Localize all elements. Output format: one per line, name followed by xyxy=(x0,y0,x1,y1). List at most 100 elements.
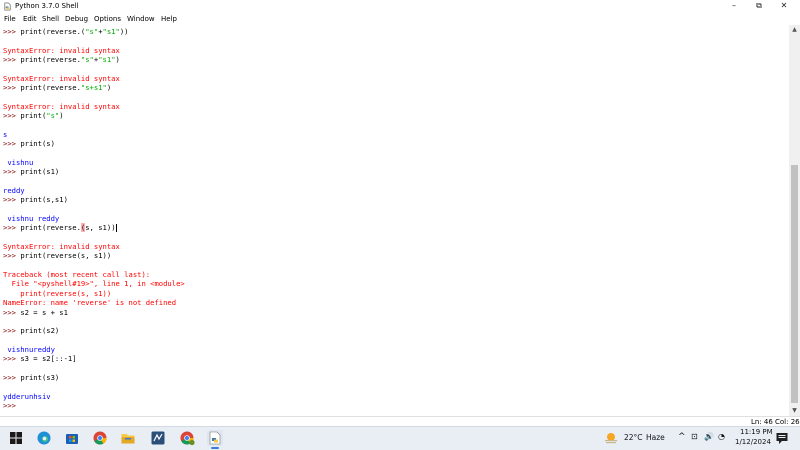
file-explorer-icon[interactable] xyxy=(120,430,136,446)
shell-prompt: >>> xyxy=(3,223,21,233)
shell-text: Traceback (most recent call last): xyxy=(3,270,151,280)
shell-line: >>> print(reverse."s+s1") xyxy=(3,83,111,92)
shell-prompt: >>> xyxy=(3,307,21,317)
shell-line: SyntaxError: invalid syntax xyxy=(3,242,120,251)
menu-file[interactable]: File xyxy=(4,14,16,24)
volume-icon[interactable]: 🔊 xyxy=(704,432,714,441)
shell-text: reddy xyxy=(3,185,25,195)
tray-chevron-up-icon[interactable]: ^ xyxy=(678,432,686,442)
shell-text: ) xyxy=(115,55,120,65)
shell-text-area[interactable]: >>> print(reverse.("s"+"s1")) SyntaxError… xyxy=(0,25,789,416)
shell-text: "s1" xyxy=(102,27,120,36)
menu-window[interactable]: Window xyxy=(127,14,155,24)
shell-text: print(reverse.( xyxy=(20,27,86,36)
shell-text: )) xyxy=(119,27,129,36)
shell-text: print(reverse(s, s1)) xyxy=(20,251,112,261)
store-icon[interactable] xyxy=(64,430,80,446)
shell-text: ydderunhsiv xyxy=(3,391,51,401)
shell-text: ) xyxy=(106,83,112,93)
python-idle-icon xyxy=(3,2,12,11)
shell-prompt: >>> xyxy=(3,167,21,177)
shell-text: "s" xyxy=(46,111,60,121)
shell-prompt: >>> xyxy=(3,111,21,121)
shell-line: SyntaxError: invalid syntax xyxy=(3,46,120,55)
shell-prompt: >>> xyxy=(3,195,21,205)
shell-prompt: >>> xyxy=(3,27,21,36)
shell-prompt: >>> xyxy=(3,326,21,336)
shell-line: NameError: name 'reverse' is not defined xyxy=(3,298,176,307)
network-icon[interactable]: ⊡ xyxy=(691,432,698,441)
clock-time[interactable]: 11:19 PM xyxy=(740,428,773,436)
python-idle-icon[interactable] xyxy=(207,430,223,446)
wifi-icon[interactable]: ◔ xyxy=(718,432,725,441)
menu-help[interactable]: Help xyxy=(161,14,177,24)
shell-line: s xyxy=(3,130,7,139)
shell-line: >>> print("s") xyxy=(3,111,64,120)
shell-text: s2 = s + s1 xyxy=(20,307,68,317)
shell-line: ydderunhsiv xyxy=(3,392,51,401)
notification-icon[interactable] xyxy=(775,431,789,445)
close-button[interactable]: ✕ xyxy=(766,0,800,13)
title-bar: Python 3.7.0 Shell – ⧉ ✕ xyxy=(0,0,800,13)
shell-text: print(s1) xyxy=(20,167,60,177)
shell-text: File "<pyshell#19>", line 1, in <module> xyxy=(3,279,185,289)
weather-desc[interactable]: Haze xyxy=(646,433,665,442)
scroll-thumb[interactable] xyxy=(791,165,798,403)
clock-date[interactable]: 1/12/2024 xyxy=(735,438,771,446)
scroll-up-icon[interactable]: ▲ xyxy=(789,25,800,35)
shell-text: print(reverse. xyxy=(20,55,81,65)
shell-text: vishnureddy xyxy=(3,344,55,354)
scroll-down-icon[interactable]: ▼ xyxy=(789,406,800,416)
menu-edit[interactable]: Edit xyxy=(23,14,37,24)
shell-line: vishnureddy xyxy=(3,345,55,354)
shell-text: "s" xyxy=(85,27,99,36)
shell-text: "s+s1" xyxy=(80,83,107,93)
shell-text: print(s3) xyxy=(20,372,60,382)
shell-text: print(reverse. xyxy=(20,223,81,233)
shell-text: SyntaxError: invalid syntax xyxy=(3,242,120,252)
shell-prompt: >>> xyxy=(3,83,21,93)
shell-text: s3 = s2[::-1] xyxy=(20,354,77,364)
shell-prompt: >>> xyxy=(3,251,21,261)
shell-text: print(s2) xyxy=(20,326,60,336)
shell-text: SyntaxError: invalid syntax xyxy=(3,73,120,83)
shell-line: >>> print(reverse.(s, s1)) xyxy=(3,223,117,233)
shell-prompt: >>> xyxy=(3,354,21,364)
shell-line: >>> xyxy=(3,401,20,410)
chrome-profile-icon[interactable] xyxy=(179,430,195,446)
shell-text: NameError: name 'reverse' is not defined xyxy=(3,298,177,308)
shell-text: SyntaxError: invalid syntax xyxy=(3,45,120,55)
shell-text: "s1" xyxy=(98,55,116,65)
taskbar: 22°C Haze ^ ⊡ 🔊 ◔ 11:19 PM 1/12/2024 xyxy=(0,426,800,450)
shell-text: print(s) xyxy=(20,139,55,149)
window-title: Python 3.7.0 Shell xyxy=(15,2,79,10)
shell-text: print(reverse. xyxy=(20,83,81,93)
shell-text: s, s1)) xyxy=(85,223,116,233)
shell-prompt: >>> xyxy=(3,55,21,65)
vertical-scrollbar[interactable]: ▲ ▼ xyxy=(789,25,800,416)
menu-shell[interactable]: Shell xyxy=(42,14,59,24)
shell-line: >>> s2 = s + s1 xyxy=(3,308,68,317)
shell-text: ) xyxy=(59,111,64,121)
shell-line: >>> print(s) xyxy=(3,139,55,148)
shell-line: >>> s3 = s2[::-1] xyxy=(3,354,77,363)
shell-line: Traceback (most recent call last): xyxy=(3,270,150,279)
shell-line: File "<pyshell#19>", line 1, in <module> xyxy=(3,279,185,288)
weather-haze-icon[interactable] xyxy=(604,431,618,445)
shell-prompt: >>> xyxy=(3,401,21,410)
menu-options[interactable]: Options xyxy=(94,14,121,24)
windows-start-icon[interactable] xyxy=(8,430,24,446)
shell-text: vishnu xyxy=(3,157,34,167)
shell-line: print(reverse(s, s1)) xyxy=(3,289,111,298)
shell-prompt: >>> xyxy=(3,372,21,382)
edge-icon[interactable] xyxy=(36,430,52,446)
menu-debug[interactable]: Debug xyxy=(65,14,88,24)
vscode-icon[interactable] xyxy=(150,430,166,446)
shell-text: vishnu reddy xyxy=(3,214,60,223)
shell-line: >>> print(s1) xyxy=(3,167,59,176)
shell-line: >>> print(reverse(s, s1)) xyxy=(3,251,111,260)
chrome-icon[interactable] xyxy=(92,430,108,446)
shell-line: SyntaxError: invalid syntax xyxy=(3,102,120,111)
shell-line: >>> print(reverse.("s"+"s1")) xyxy=(3,27,129,36)
weather-temp[interactable]: 22°C xyxy=(624,433,643,442)
